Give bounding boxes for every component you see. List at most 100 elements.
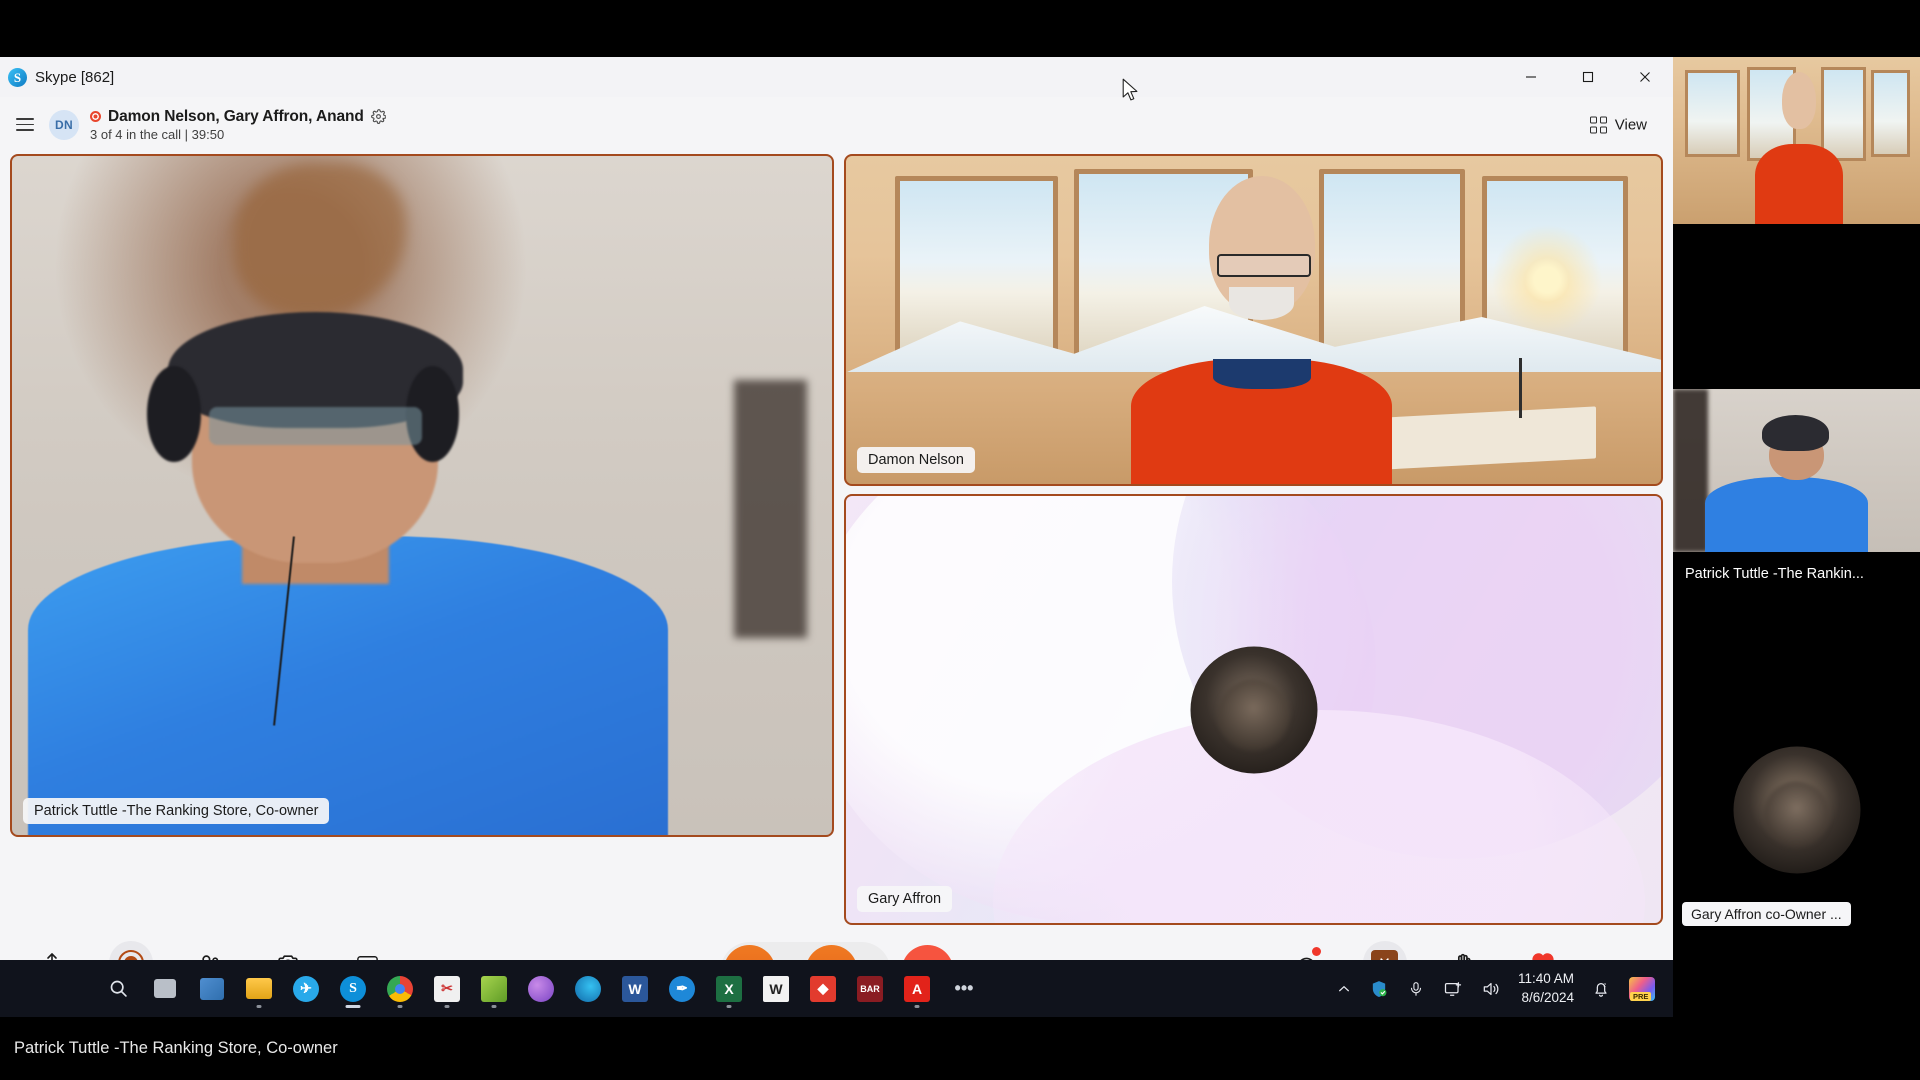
filmstrip-empty-slot [1673,596,1920,704]
participant-head [1781,72,1817,129]
window-pane [1685,70,1740,158]
taskbar-overflow-icon[interactable]: ••• [943,968,985,1010]
mouse-cursor [1122,78,1139,108]
video-tile-gary[interactable]: Gary Affron [844,494,1663,925]
chevron-up-icon[interactable] [1329,966,1359,1012]
window-pane [1821,67,1866,161]
copilot-pre-badge: PRE [1630,991,1652,1001]
widgets-icon[interactable] [191,968,233,1010]
participant-glasses [208,407,422,445]
avatar-face [1763,781,1830,848]
start-windows-icon[interactable] [50,968,92,1010]
view-button[interactable]: View [1580,110,1657,139]
filmstrip-tile-damon[interactable] [1673,57,1920,224]
sun-glare [1482,215,1613,346]
clock-time: 11:40 AM [1517,971,1574,987]
call-title-row: Damon Nelson, Gary Affron, Anand [90,108,386,126]
running-indicator [914,1004,920,1008]
skype-window: S Skype [862] DN Damon Nelson, Gary Affr… [0,57,1673,1017]
hamburger-menu-icon[interactable] [10,110,40,140]
running-indicator [256,1004,262,1008]
maximize-icon[interactable] [1559,57,1616,97]
participant-glasses [1216,254,1311,278]
video-background-shadow [1673,389,1708,552]
edge-icon[interactable] [567,968,609,1010]
video-stage: Patrick Tuttle -The Ranking Store, Co-ow… [0,152,1673,925]
participant-avatar [1733,746,1860,874]
screen: S Skype [862] DN Damon Nelson, Gary Affr… [0,0,1920,1080]
running-indicator [491,1004,497,1008]
window-title: Skype [862] [35,68,115,86]
word-icon[interactable]: W [614,968,656,1010]
filmstrip-tile-patrick[interactable] [1673,389,1920,552]
telegram-icon[interactable]: ✈ [285,968,327,1010]
window-pane [1870,70,1911,158]
headphone-left-icon [147,366,201,462]
video-tile-patrick[interactable]: Patrick Tuttle -The Ranking Store, Co-ow… [10,154,834,837]
video-background-blur [233,162,406,319]
participant-filmstrip: Patrick Tuttle -The Rankin... Gary Affro… [1673,57,1920,1017]
participant-cap [1761,415,1829,451]
running-indicator [726,1004,732,1008]
call-header: DN Damon Nelson, Gary Affron, Anand 3 of… [0,97,1673,152]
display-cast-icon[interactable] [1435,966,1471,1012]
filmstrip-empty-slot [1673,224,1920,389]
participant-collar [1212,359,1311,389]
tile-name-label: Gary Affron [857,886,953,912]
view-button-label: View [1614,116,1647,133]
wordpad-icon[interactable]: W [755,968,797,1010]
acrobat-reader-icon[interactable]: A [896,968,938,1010]
caption-text: Patrick Tuttle -The Ranking Store, Co-ow… [14,1039,338,1057]
copilot-pre-icon[interactable]: PRE [1621,966,1663,1012]
avatar-face [1217,679,1290,751]
skype-icon[interactable]: S [332,968,374,1010]
minimize-icon[interactable] [1502,57,1559,97]
filmstrip-label-patrick: Patrick Tuttle -The Rankin... [1685,566,1864,582]
taskbar-clock[interactable]: 11:40 AM 8/6/2024 [1511,970,1581,1006]
chrome-icon[interactable] [379,968,421,1010]
dark-app-icon[interactable]: BAR [849,968,891,1010]
windows-taskbar: ✈ S ✂ W ✒ X W ◆ BAR A ••• 11:40 AM 8/6/2… [0,960,1673,1017]
excel-icon[interactable]: X [708,968,750,1010]
participant-beard [1229,287,1295,320]
volume-speaker-icon[interactable] [1473,966,1509,1012]
call-subtitle: 3 of 4 in the call | 39:50 [90,126,225,142]
tile-name-label: Damon Nelson [857,447,975,473]
lamp-object [1519,358,1523,419]
pen-app-icon[interactable]: ✒ [661,968,703,1010]
running-indicator [345,1004,361,1008]
recording-dot-icon [90,111,101,122]
taskbar-app-icons: ✈ S ✂ W ✒ X W ◆ BAR A ••• [0,968,985,1010]
notification-bell-dnd-icon[interactable]: z [1583,966,1619,1012]
stage-right-column: Damon Nelson Gary Affron [844,154,1663,925]
svg-text:z: z [1604,982,1607,988]
desk-object [1383,406,1596,470]
tile-name-label: Patrick Tuttle -The Ranking Store, Co-ow… [23,798,330,824]
video-tile-damon[interactable]: Damon Nelson [844,154,1663,486]
filmstrip-tile-gary[interactable]: Gary Affron co-Owner ... [1673,704,1920,934]
gear-icon[interactable] [370,109,386,124]
task-view-icon[interactable] [144,968,186,1010]
video-background-shadow [733,380,808,639]
running-indicator [397,1004,403,1008]
stage-left-column: Patrick Tuttle -The Ranking Store, Co-ow… [10,154,834,925]
red-diamond-app-icon[interactable]: ◆ [802,968,844,1010]
chat-unread-badge [1311,947,1321,956]
call-title: Damon Nelson, Gary Affron, Anand [108,107,364,125]
participant-body [1754,143,1844,224]
excel-green-icon[interactable] [473,968,515,1010]
call-header-texts: Damon Nelson, Gary Affron, Anand 3 of 4 … [90,108,386,142]
windows-security-shield-icon[interactable] [1361,966,1397,1012]
window-titlebar: S Skype [862] [0,57,1673,97]
file-explorer-icon[interactable] [238,968,280,1010]
search-icon[interactable] [97,968,139,1010]
microphone-tray-icon[interactable] [1399,966,1433,1012]
participant-avatar [1190,646,1317,773]
photos-icon[interactable] [520,968,562,1010]
close-icon[interactable] [1616,57,1673,97]
window-controls [1502,57,1673,97]
skype-logo-icon: S [8,67,27,87]
system-tray: 11:40 AM 8/6/2024 z PRE [1329,966,1673,1012]
snipping-tool-icon[interactable]: ✂ [426,968,468,1010]
grid-view-icon [1589,116,1607,133]
